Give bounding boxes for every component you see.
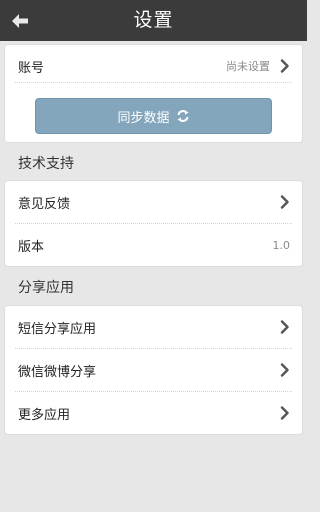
share-app-card: 短信分享应用 微信微博分享 更多应用 [5,306,302,434]
chevron-right-icon [280,406,289,420]
chevron-right-icon [280,320,289,334]
more-apps-row[interactable]: 更多应用 [5,392,302,434]
more-apps-label: 更多应用 [18,407,71,423]
feedback-row[interactable]: 意见反馈 [5,181,302,223]
wechat-weibo-share-label: 微信微博分享 [18,364,97,380]
account-label: 账号 [18,60,45,76]
sms-share-label: 短信分享应用 [18,321,97,337]
wechat-weibo-share-row[interactable]: 微信微博分享 [5,349,302,391]
version-value: 1.0 [272,238,291,252]
version-label: 版本 [18,239,45,255]
title-bar: 设置 [0,0,307,41]
chevron-right-icon [280,363,289,377]
version-row: 版本 1.0 [5,224,302,266]
chevron-right-icon [280,59,289,73]
account-card: 账号 尚未设置 同步数据 [5,45,302,142]
sync-data-button[interactable]: 同步数据 [35,98,272,134]
sms-share-row[interactable]: 短信分享应用 [5,306,302,348]
account-row[interactable]: 账号 尚未设置 [5,45,302,87]
account-status: 尚未设置 [226,60,270,73]
page-title: 设置 [133,9,174,31]
tech-support-card: 意见反馈 版本 1.0 [5,181,302,266]
section-header-tech-support: 技术支持 [18,156,74,172]
sync-button-label: 同步数据 [117,110,170,126]
sync-icon [176,109,190,123]
feedback-label: 意见反馈 [18,196,71,212]
divider [15,82,292,83]
chevron-right-icon [280,195,289,209]
section-header-share-app: 分享应用 [18,280,74,296]
